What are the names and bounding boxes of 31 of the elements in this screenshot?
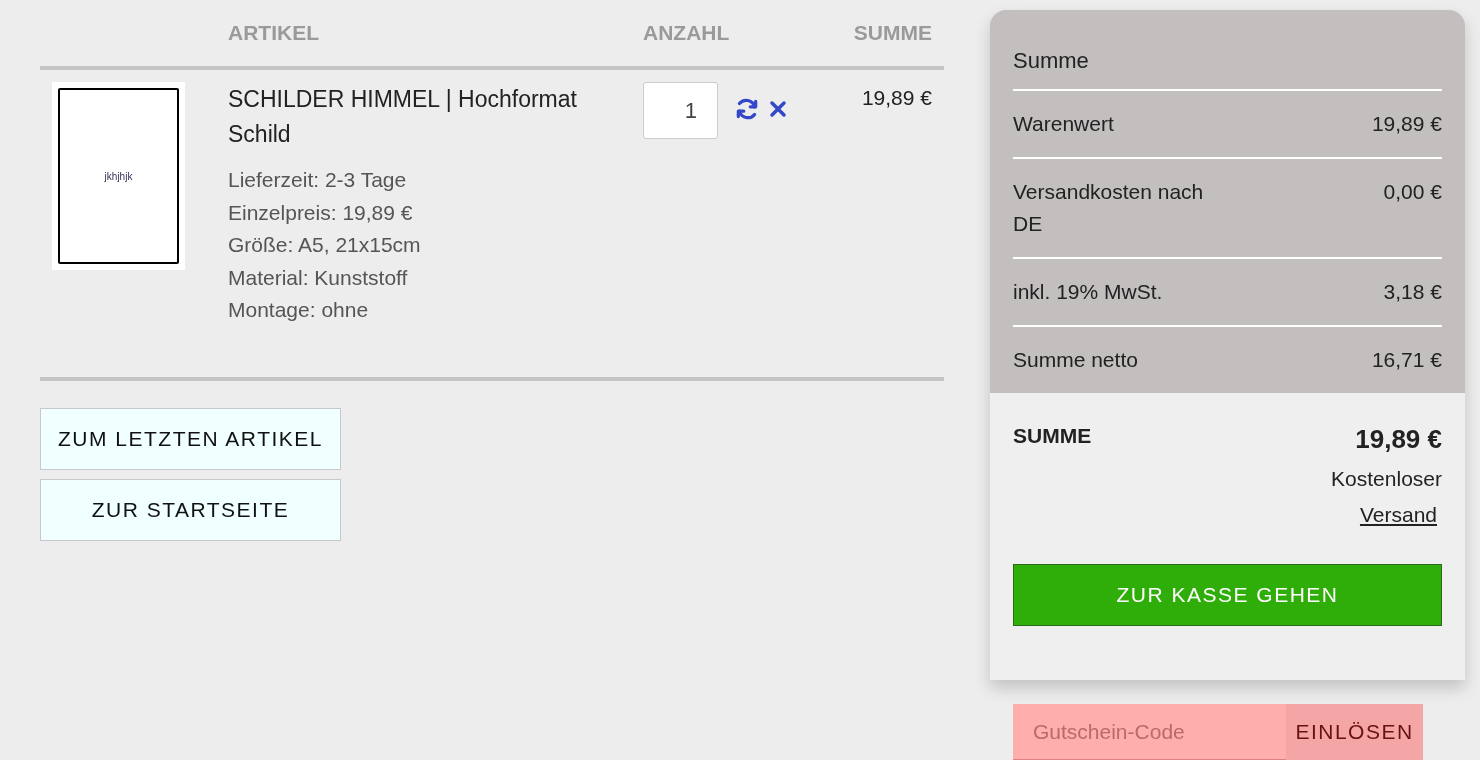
product-detail: Lieferzeit: 2-3 Tage: [228, 167, 408, 193]
summary-value: 0,00 €: [1383, 179, 1442, 205]
column-header: SUMME: [853, 21, 932, 45]
column-header: ANZAHL: [643, 21, 730, 45]
sign-preview-text: jkhjhjk: [104, 169, 133, 184]
summary-label: Warenwert: [1013, 111, 1115, 137]
product-detail: Größe: A5, 21x15cm: [228, 232, 422, 258]
shipping-note: Kostenloser: [1331, 466, 1442, 492]
refresh-icon[interactable]: [734, 96, 760, 122]
summary-label: inkl. 19% MwSt.: [1013, 279, 1164, 305]
quantity-field[interactable]: 1: [643, 82, 718, 139]
nav-button[interactable]: ZUR STARTSEITE: [40, 478, 341, 541]
product-detail: Montage: ohne: [228, 297, 370, 323]
product-detail: Material: Kunststoff: [228, 264, 409, 291]
close-icon[interactable]: [769, 100, 787, 118]
summary-value: 16,71 €: [1371, 347, 1442, 373]
line-total: 19,89 €: [861, 86, 932, 109]
summary-title: Summe: [1013, 44, 1442, 91]
summary-label: Summe netto: [1013, 347, 1139, 373]
product-detail: Einzelpreis: 19,89 €: [228, 199, 414, 226]
column-header: ARTIKEL: [228, 21, 319, 45]
shipping-link[interactable]: Versand: [1359, 498, 1437, 530]
summary-label: Versandkosten nach DE: [1013, 179, 1205, 237]
total-value: 19,89 €: [1355, 423, 1442, 456]
total-label: SUMME: [1013, 423, 1092, 449]
summary-value: 3,18 €: [1383, 279, 1442, 305]
product-title: SCHILDER HIMMEL | Hochformat Schild: [228, 85, 578, 149]
coupon-field[interactable]: Gutschein-Code: [1013, 704, 1286, 760]
nav-button[interactable]: ZUM LETZTEN ARTIKEL: [40, 407, 341, 470]
summary-value: 19,89 €: [1371, 111, 1442, 137]
redeem-button[interactable]: EINLÖSEN: [1286, 704, 1423, 760]
